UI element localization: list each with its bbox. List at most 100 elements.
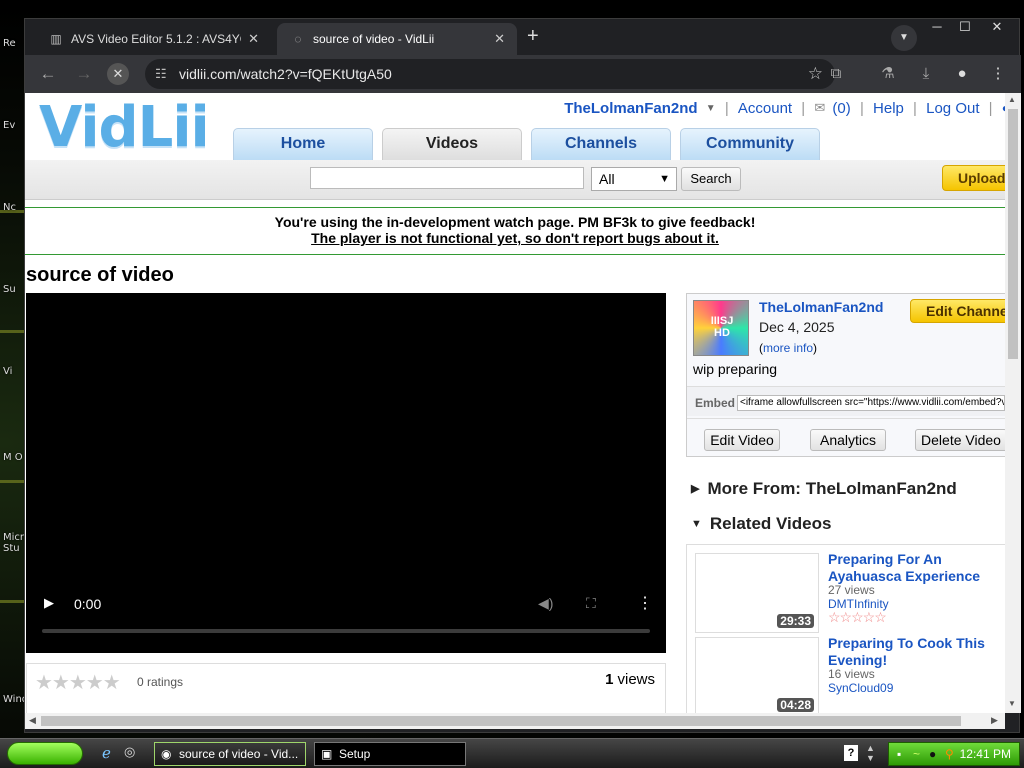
new-tab-button[interactable]: + xyxy=(527,25,539,48)
extensions-icon[interactable]: ⧉ xyxy=(825,63,847,85)
analytics-button[interactable]: Analytics xyxy=(810,429,886,451)
taskbar-item-label: source of video - Vid... xyxy=(179,747,299,761)
media-player-icon[interactable]: ◎ xyxy=(124,744,135,760)
search-button[interactable]: Search xyxy=(681,167,741,191)
menu-dots-icon[interactable]: ⋮ xyxy=(987,63,1009,85)
site-settings-icon[interactable]: ☷ xyxy=(155,59,167,89)
volume-icon[interactable]: ◀) xyxy=(538,595,553,612)
delete-video-button[interactable]: Delete Video xyxy=(915,429,1005,451)
search-filter-select[interactable]: All ▼ xyxy=(591,167,677,191)
desktop-icon-label[interactable]: Nc xyxy=(3,202,16,213)
video-thumbnail[interactable]: 04:28 xyxy=(695,637,819,713)
logout-link[interactable]: Log Out xyxy=(926,100,979,117)
tray-expand-icon[interactable]: ▲ ▼ xyxy=(866,743,875,763)
nav-tab-channels[interactable]: Channels xyxy=(531,128,671,160)
inbox-count[interactable]: (0) xyxy=(832,100,850,117)
system-tray: ▪ ~ ● ⚲ 12:41 PM xyxy=(888,742,1020,766)
more-info: (more info) xyxy=(759,341,817,355)
progress-bar[interactable] xyxy=(42,629,650,633)
mail-icon[interactable]: ✉ xyxy=(814,100,825,116)
video-player[interactable]: ▶ 0:00 ◀) ⛶ ⋮ xyxy=(26,293,666,653)
close-window-button[interactable]: ✕ xyxy=(985,19,1009,35)
tab-search-icon[interactable]: ▼ xyxy=(891,25,917,51)
upload-button[interactable]: Upload xyxy=(942,165,1005,191)
desktop-icon-label[interactable]: Vi xyxy=(3,366,12,377)
avatar[interactable]: IIISJ HD xyxy=(693,300,749,356)
fullscreen-icon[interactable]: ⛶ xyxy=(586,595,596,612)
related-videos-list: 29:33 Preparing For An Ayahuasca Experie… xyxy=(686,544,1005,713)
scroll-right-icon[interactable]: ▶ xyxy=(991,715,998,726)
uploader-name-link[interactable]: TheLolmanFan2nd xyxy=(759,299,883,315)
more-info-link[interactable]: more info xyxy=(763,341,813,355)
edit-video-button[interactable]: Edit Video xyxy=(704,429,780,451)
address-bar[interactable]: ☷ vidlii.com/watch2?v=fQEKtUtgA50 ☆ xyxy=(145,59,835,89)
tab-strip: ▥ AVS Video Editor 5.1.2 : AVS4YOU ✕ ◌ s… xyxy=(25,19,1021,55)
vertical-scrollbar[interactable]: ▲ ▼ xyxy=(1005,93,1021,713)
scroll-thumb[interactable] xyxy=(1008,109,1018,359)
desktop-icon-label[interactable]: Su xyxy=(3,284,16,295)
avatar-text: IIISJ HD xyxy=(710,315,734,339)
embed-code-field[interactable]: <iframe allowfullscreen src="https://www… xyxy=(737,395,1005,411)
chevron-down-icon[interactable]: ▼ xyxy=(706,103,716,114)
profile-icon[interactable]: ● xyxy=(951,63,973,85)
taskbar-item-label: Setup xyxy=(339,747,371,761)
back-arrow-icon[interactable]: ← xyxy=(37,63,59,85)
help-link[interactable]: Help xyxy=(873,100,904,117)
more-from-section[interactable]: ▶ More From: TheLolmanFan2nd xyxy=(691,479,957,499)
desktop-icon-label[interactable]: Re xyxy=(3,38,16,49)
taskbar: ℯ ◎ ◉ source of video - Vid... ▣ Setup ?… xyxy=(0,738,1024,768)
close-tab-icon[interactable]: ✕ xyxy=(248,31,259,47)
view-count-number: 1 xyxy=(605,671,614,688)
scroll-up-icon[interactable]: ▲ xyxy=(1008,95,1016,104)
triangle-right-icon: ▶ xyxy=(691,483,700,495)
desktop-icon-label[interactable]: Ev xyxy=(3,120,15,131)
close-tab-icon[interactable]: ✕ xyxy=(494,31,505,47)
help-icon[interactable]: ? xyxy=(844,745,858,761)
stop-loading-icon[interactable]: ✕ xyxy=(107,63,129,85)
maximize-button[interactable]: ☐ xyxy=(953,19,977,35)
taskbar-item-browser[interactable]: ◉ source of video - Vid... xyxy=(154,742,306,766)
tray-icon[interactable]: ● xyxy=(929,743,936,765)
rating-stars[interactable]: ★★★★★ xyxy=(35,670,121,695)
desktop-icon-label[interactable]: M O xyxy=(3,452,23,463)
tab-vidlii[interactable]: ◌ source of video - VidLii ✕ xyxy=(277,23,517,55)
nav-tab-videos[interactable]: Videos xyxy=(382,128,522,160)
video-title: source of video xyxy=(26,264,174,286)
scroll-down-icon[interactable]: ▼ xyxy=(1008,699,1016,708)
related-section[interactable]: ▼ Related Videos xyxy=(691,514,831,534)
page-icon: ▥ xyxy=(50,32,62,46)
list-item[interactable]: 29:33 Preparing For An Ayahuasca Experie… xyxy=(687,545,1005,633)
network-icon[interactable]: ▪ xyxy=(897,743,901,765)
scroll-left-icon[interactable]: ◀ xyxy=(29,715,36,726)
player-more-icon[interactable]: ⋮ xyxy=(637,593,653,613)
minimize-button[interactable]: ─ xyxy=(925,19,949,35)
scroll-thumb[interactable] xyxy=(41,716,961,726)
nav-tab-community[interactable]: Community xyxy=(680,128,820,160)
internet-explorer-icon[interactable]: ℯ xyxy=(102,744,111,762)
edit-channel-button[interactable]: Edit Channel xyxy=(910,299,1005,323)
nav-tab-home[interactable]: Home xyxy=(233,128,373,160)
download-icon[interactable]: ⤓ xyxy=(915,63,937,85)
taskbar-item-setup[interactable]: ▣ Setup xyxy=(314,742,466,766)
bookmark-star-icon[interactable]: ☆ xyxy=(808,59,823,89)
tray-icon[interactable]: ~ xyxy=(913,743,920,765)
uploader-box: IIISJ HD TheLolmanFan2nd Dec 4, 2025 (mo… xyxy=(686,293,1005,457)
list-item[interactable]: 04:28 Preparing To Cook This Evening! 16… xyxy=(687,629,1005,713)
start-button[interactable] xyxy=(7,742,83,765)
related-video-title[interactable]: Preparing For An Ayahuasca Experience xyxy=(828,551,998,585)
vidlii-logo[interactable]: VidLii xyxy=(39,95,210,160)
tab-avs-video-editor[interactable]: ▥ AVS Video Editor 5.1.2 : AVS4YOU ✕ xyxy=(35,23,271,55)
related-video-title[interactable]: Preparing To Cook This Evening! xyxy=(828,635,998,669)
account-link[interactable]: Account xyxy=(738,100,792,117)
tab-title: AVS Video Editor 5.1.2 : AVS4YOU xyxy=(71,32,241,46)
forward-arrow-icon[interactable]: → xyxy=(73,63,95,85)
horizontal-scrollbar[interactable]: ◀ ▶ xyxy=(25,713,1005,729)
search-input[interactable] xyxy=(310,167,584,189)
search-icon[interactable]: ⚲ xyxy=(945,743,954,765)
related-video-author[interactable]: SynCloud09 xyxy=(828,681,893,695)
play-icon[interactable]: ▶ xyxy=(44,595,54,611)
video-thumbnail[interactable]: 29:33 xyxy=(695,553,819,633)
rating-stars: ☆☆☆☆☆ xyxy=(828,609,887,625)
username-link[interactable]: TheLolmanFan2nd xyxy=(564,100,697,117)
labs-flask-icon[interactable]: ⚗ xyxy=(877,63,899,85)
